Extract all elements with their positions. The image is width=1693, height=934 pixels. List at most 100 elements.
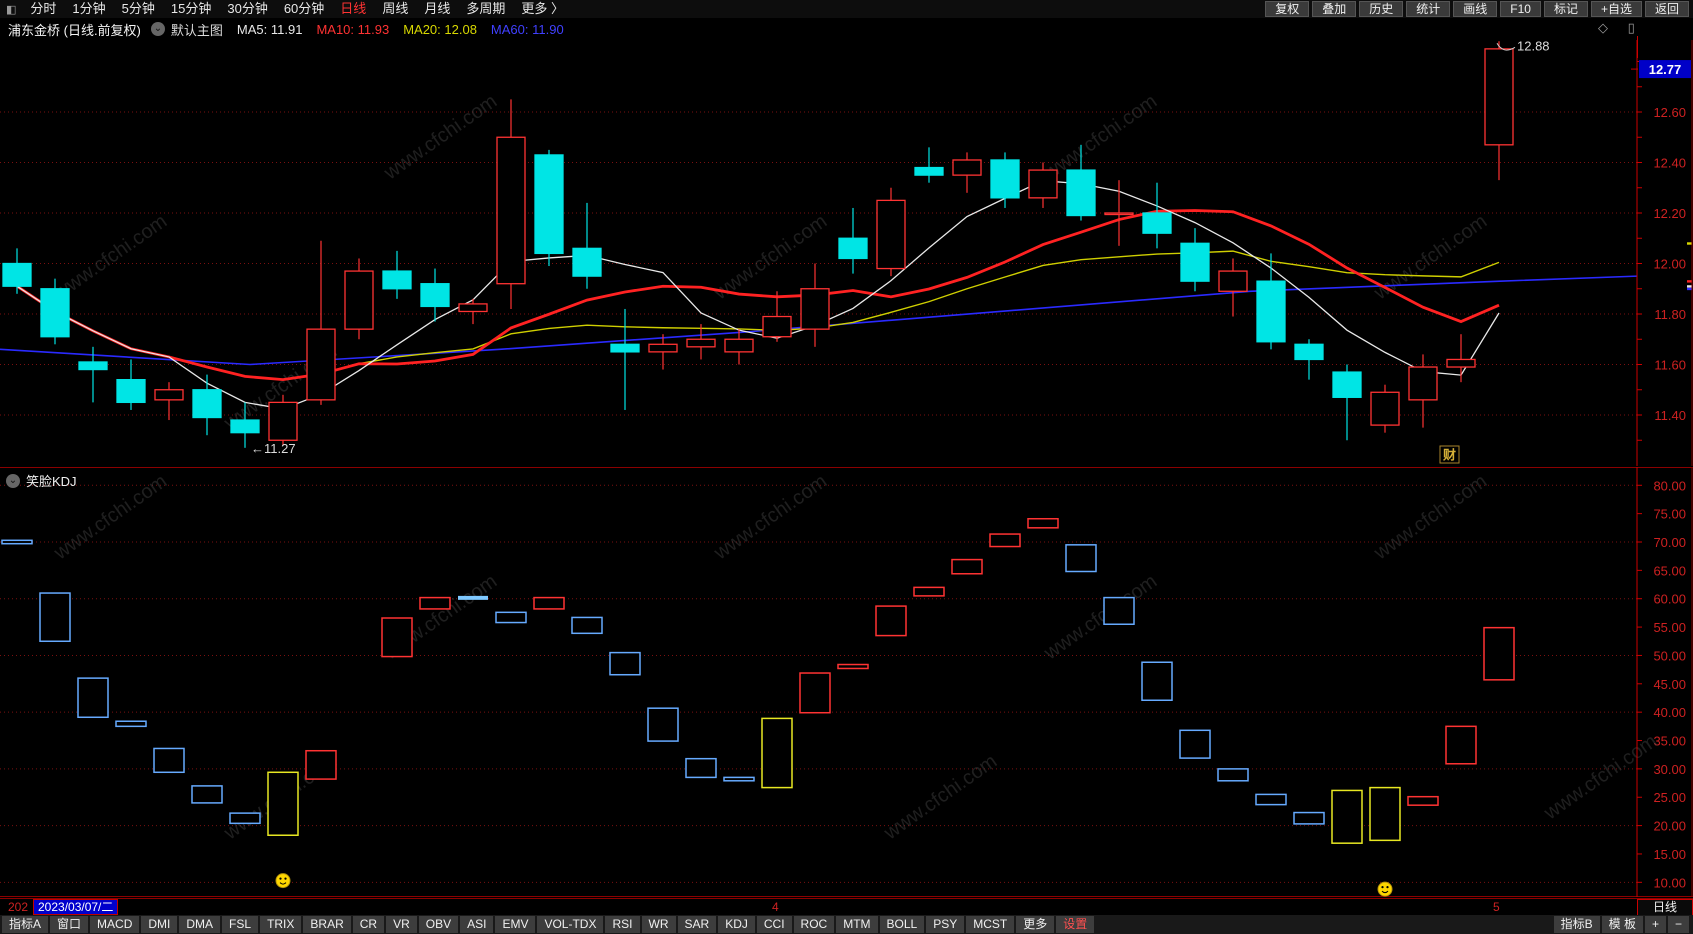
stock-trading-app: ◧ 分时 1分钟 5分钟 15分钟 30分钟 60分钟 日线 周线 月线 多周期 更多 〉 复权 叠加… — [0, 0, 1693, 934]
bottom-right-button-−[interactable]: − — [1667, 916, 1689, 933]
indicator-axis-label: 15.00 — [1653, 847, 1686, 862]
ma10-label: MA10: 11.93 — [316, 21, 390, 37]
indicator-button-FSL[interactable]: FSL — [222, 916, 259, 933]
indicator-button-CR[interactable]: CR — [352, 916, 385, 933]
indicator-button-PSY[interactable]: PSY — [926, 916, 965, 933]
top-button-统计[interactable]: 统计 — [1406, 1, 1451, 17]
period-tab-分时[interactable]: 分时 — [22, 0, 64, 18]
indicator-button-窗口[interactable]: 窗口 — [50, 916, 89, 933]
indicator-button-更多[interactable]: 更多 — [1016, 916, 1055, 933]
candle-body — [1370, 391, 1400, 426]
kdj-range-box — [1483, 626, 1515, 681]
top-button-叠加[interactable]: 叠加 — [1312, 1, 1357, 17]
axis-period-label: 日线 — [1637, 899, 1693, 916]
indicator-button-SAR[interactable]: SAR — [677, 916, 717, 933]
period-tab-1分钟[interactable]: 1分钟 — [64, 0, 113, 18]
pane-icons[interactable]: ◇ ▯ — [1598, 20, 1643, 36]
top-button-返回[interactable]: 返回 — [1644, 1, 1689, 17]
indicator-button-DMI[interactable]: DMI — [141, 916, 178, 933]
smiley-face-icon — [1377, 881, 1393, 897]
period-tab-多周期[interactable]: 多周期 — [458, 0, 513, 18]
top-button-画线[interactable]: 画线 — [1453, 1, 1498, 17]
kdj-range-box — [1369, 786, 1401, 842]
indicator-button-WR[interactable]: WR — [641, 916, 676, 933]
candle-body — [838, 237, 868, 260]
price-axis-label: 12.20 — [1653, 206, 1686, 221]
indicator-button-EMV[interactable]: EMV — [495, 916, 536, 933]
bottom-right-button-+[interactable]: + — [1644, 916, 1666, 933]
indicator-button-MACD[interactable]: MACD — [90, 916, 140, 933]
chevron-down-icon[interactable]: ⌄ — [6, 473, 20, 488]
period-tabs: 分时 1分钟 5分钟 15分钟 30分钟 60分钟 日线 周线 月线 多周期 更多 〉 — [22, 0, 572, 18]
period-tab-5分钟[interactable]: 5分钟 — [114, 0, 163, 18]
top-button-+自选[interactable]: +自选 — [1590, 1, 1642, 17]
kdj-range-box — [1141, 661, 1173, 701]
period-tab-30分钟[interactable]: 30分钟 — [219, 0, 275, 18]
indicator-button-MCST[interactable]: MCST — [966, 916, 1015, 933]
kdj-range-box — [458, 595, 488, 600]
candle-body — [876, 199, 906, 270]
candle-body — [230, 419, 260, 434]
indicator-name[interactable]: 笑脸KDJ — [26, 471, 77, 490]
indicator-axis-label: 40.00 — [1653, 705, 1686, 720]
indicator-button-指标A[interactable]: 指标A — [2, 916, 49, 933]
candle-body — [686, 338, 716, 348]
period-tab-60分钟[interactable]: 60分钟 — [276, 0, 332, 18]
current-date-chip: 2023/03/07/二 — [33, 899, 119, 915]
price-axis-label: 11.80 — [1654, 307, 1686, 322]
ma-edge-marker — [1687, 242, 1692, 245]
watermark: www.cfchi.com — [1039, 570, 1161, 664]
indicator-button-BOLL[interactable]: BOLL — [879, 916, 925, 933]
price-axis-label: 12.60 — [1653, 105, 1686, 120]
period-tab-15分钟[interactable]: 15分钟 — [163, 0, 219, 18]
collapse-panel-icon[interactable]: ◧ — [0, 3, 22, 16]
indicator-button-TRIX[interactable]: TRIX — [260, 916, 302, 933]
date-axis-row: 202 2023/03/07/二 日线 4 5 — [0, 898, 1693, 916]
kdj-range-box — [1027, 517, 1059, 529]
indicator-button-DMA[interactable]: DMA — [179, 916, 221, 933]
price-axis-label: 12.00 — [1653, 257, 1686, 272]
kdj-range-box — [571, 616, 603, 635]
indicator-button-BRAR[interactable]: BRAR — [303, 916, 351, 933]
period-tab-更多 〉[interactable]: 更多 〉 — [513, 0, 572, 18]
chevron-down-icon[interactable]: ⌄ — [150, 22, 165, 36]
period-tab-日线[interactable]: 日线 — [332, 0, 374, 18]
top-button-F10[interactable]: F10 — [1500, 1, 1541, 17]
kdj-indicator-chart[interactable]: 10.0015.0020.0025.0030.0035.0040.0045.00… — [0, 467, 1693, 898]
indicator-button-MTM[interactable]: MTM — [836, 916, 878, 933]
indicator-button-OBV[interactable]: OBV — [418, 916, 459, 933]
candle-body — [116, 378, 146, 404]
top-button-复权[interactable]: 复权 — [1265, 1, 1310, 17]
kdj-range-box — [495, 611, 527, 624]
top-button-标记[interactable]: 标记 — [1543, 1, 1588, 17]
bottom-right-button-指标B[interactable]: 指标B — [1553, 916, 1600, 933]
watermark: www.cfchi.com — [379, 90, 501, 184]
indicator-button-ROC[interactable]: ROC — [793, 916, 835, 933]
indicator-button-KDJ[interactable]: KDJ — [718, 916, 755, 933]
candle-body — [648, 343, 678, 353]
indicator-button-VR[interactable]: VR — [386, 916, 417, 933]
indicator-button-CCI[interactable]: CCI — [756, 916, 792, 933]
kdj-range-box — [913, 586, 945, 597]
watermark: www.cfchi.com — [1369, 470, 1491, 564]
period-tab-月线[interactable]: 月线 — [416, 0, 458, 18]
kdj-range-box — [305, 749, 337, 780]
watermark-badge: 财 — [1443, 448, 1456, 463]
bottom-right-button-模 板[interactable]: 模 板 — [1601, 916, 1643, 933]
candle-body — [496, 136, 526, 285]
settings-button[interactable]: 设置 — [1056, 916, 1095, 933]
top-button-历史[interactable]: 历史 — [1359, 1, 1404, 17]
main-chart-type-label[interactable]: 默认主图 — [171, 20, 223, 39]
indicator-toolbar-right: 指标B 模 板 + − — [1553, 916, 1693, 933]
candle-body — [762, 315, 792, 338]
kdj-range-box — [191, 785, 223, 804]
period-tab-周线[interactable]: 周线 — [374, 0, 416, 18]
candle-body — [1446, 358, 1476, 368]
indicator-button-RSI[interactable]: RSI — [605, 916, 640, 933]
indicator-button-ASI[interactable]: ASI — [460, 916, 494, 933]
indicator-button-VOL-TDX[interactable]: VOL-TDX — [537, 916, 604, 933]
high-price-annotation: 12.88 — [1517, 40, 1550, 53]
candlestick-chart[interactable]: 11.40 11.60 11.80 12.00 12.20 12.40 12.60 www.c… — [0, 40, 1693, 467]
kdj-range-box — [115, 720, 147, 728]
indicator-axis-label: 20.00 — [1653, 819, 1686, 834]
